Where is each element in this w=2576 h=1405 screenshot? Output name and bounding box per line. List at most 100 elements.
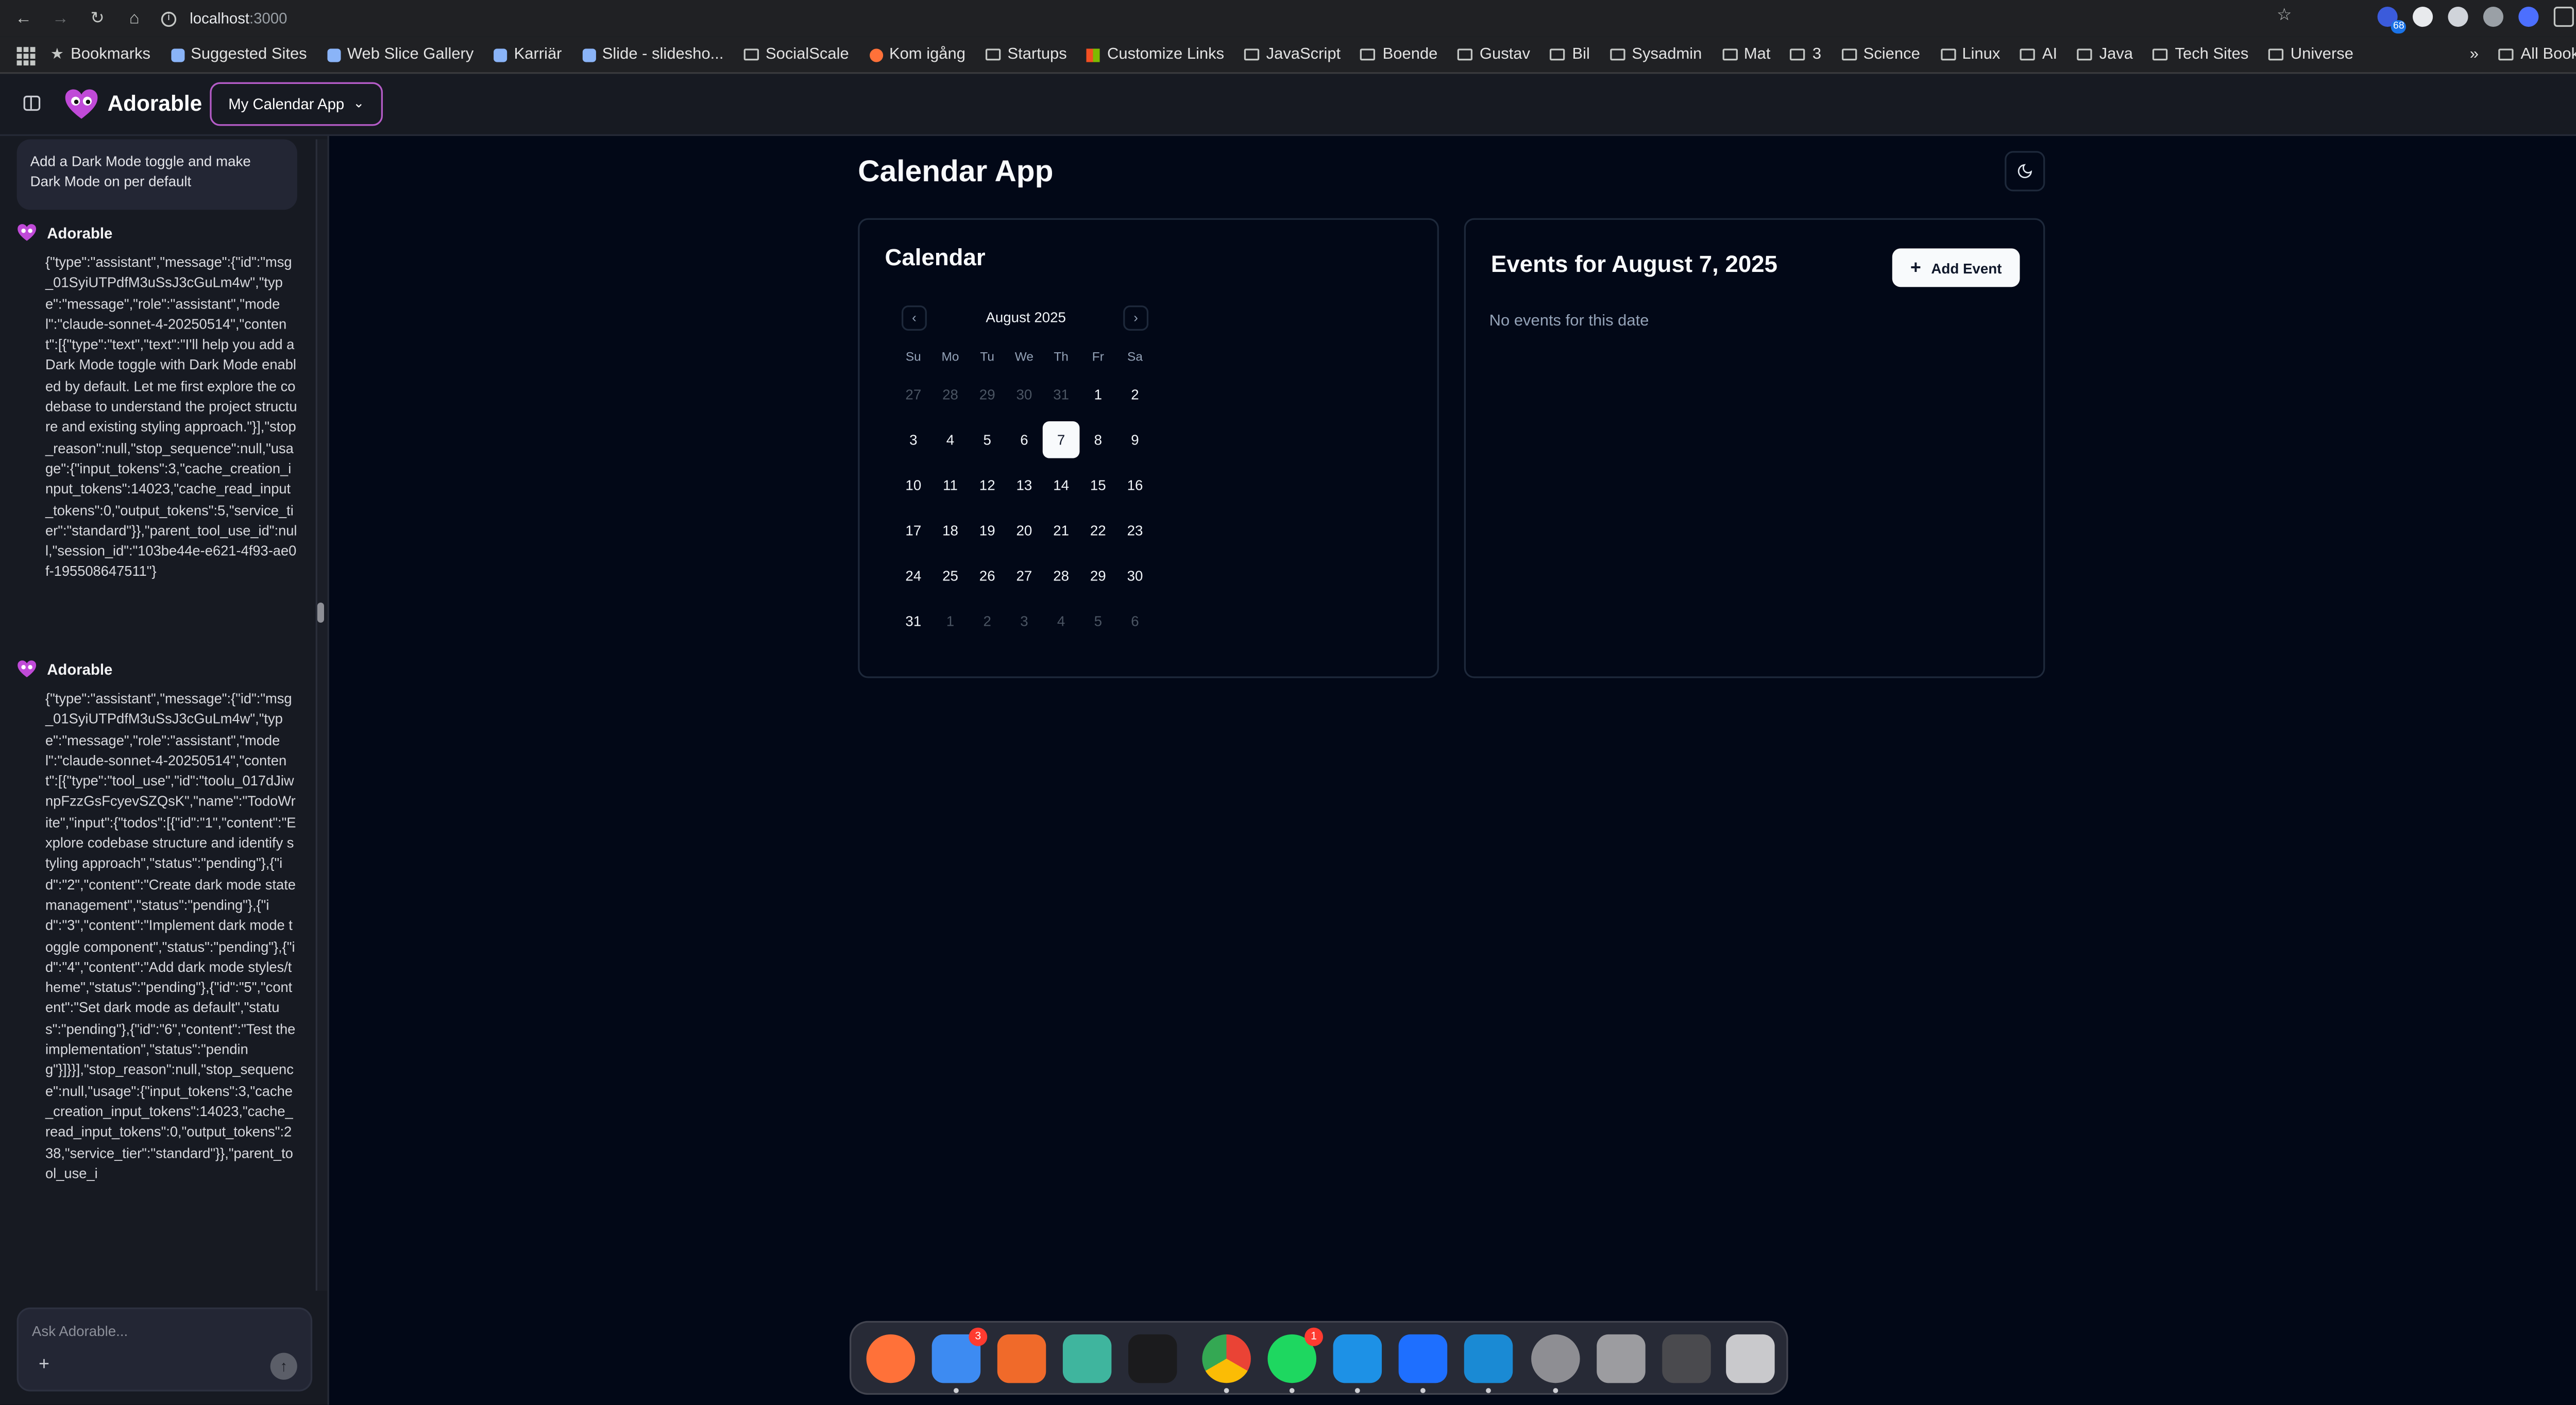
- bookmark-item[interactable]: Kom igång: [869, 45, 965, 64]
- calendar-day[interactable]: 6: [1006, 421, 1043, 458]
- calendar-day[interactable]: 4: [932, 421, 969, 458]
- home-icon[interactable]: ⌂: [121, 5, 148, 32]
- calendar-day[interactable]: 1: [932, 603, 969, 640]
- vscode-icon[interactable]: [1464, 1334, 1513, 1383]
- calendar-day[interactable]: 31: [1043, 376, 1080, 413]
- trash-icon[interactable]: [1662, 1334, 1711, 1383]
- bookmark-item[interactable]: Tech Sites: [2153, 45, 2248, 64]
- calendar-day[interactable]: 28: [1043, 557, 1080, 594]
- bookmark-item[interactable]: Science: [1841, 45, 1920, 64]
- bookmark-item[interactable]: Sysadmin: [1610, 45, 1702, 64]
- sidebar-toggle-icon[interactable]: [23, 95, 41, 111]
- chatgpt-icon[interactable]: [1062, 1334, 1112, 1383]
- project-selector[interactable]: My Calendar App ⌄: [210, 82, 383, 126]
- add-event-button[interactable]: + Add Event: [1892, 248, 2020, 287]
- forward-icon[interactable]: →: [47, 5, 74, 32]
- bookmark-item[interactable]: Slide - slidesho...: [582, 45, 723, 64]
- extension-icon[interactable]: [2413, 7, 2433, 27]
- bookmark-item[interactable]: Boende: [1361, 45, 1437, 64]
- calendar-day[interactable]: 2: [969, 603, 1006, 640]
- extension-badge-icon[interactable]: [2377, 7, 2406, 34]
- chat-input-placeholder[interactable]: Ask Adorable...: [32, 1323, 128, 1340]
- back-icon[interactable]: ←: [10, 5, 37, 32]
- docker-icon[interactable]: [1333, 1334, 1382, 1383]
- chat-scrollbar[interactable]: [315, 139, 328, 1291]
- attach-plus-icon[interactable]: +: [39, 1355, 49, 1375]
- chat-input-box[interactable]: Ask Adorable... + ↑: [16, 1307, 313, 1392]
- calendar-day[interactable]: 29: [1079, 557, 1116, 594]
- calendar-day[interactable]: 16: [1116, 467, 1154, 504]
- calendar-day[interactable]: 8: [1079, 421, 1116, 458]
- terminal-icon[interactable]: [1128, 1334, 1177, 1383]
- calendar-day[interactable]: 5: [1079, 603, 1116, 640]
- calendar-day[interactable]: 17: [895, 512, 932, 549]
- launchpad-icon[interactable]: [1726, 1334, 1775, 1383]
- calendar-day[interactable]: 3: [1006, 603, 1043, 640]
- calendar-day[interactable]: 24: [895, 557, 932, 594]
- puzzle-icon[interactable]: [2553, 7, 2574, 27]
- reload-icon[interactable]: ↻: [84, 5, 111, 32]
- dark-mode-toggle-button[interactable]: [2005, 151, 2045, 192]
- chrome-icon[interactable]: [1202, 1334, 1251, 1383]
- calendar-day[interactable]: 1: [1079, 376, 1116, 413]
- calendar-day[interactable]: 23: [1116, 512, 1154, 549]
- extension-icon[interactable]: [2518, 7, 2539, 27]
- prev-month-button[interactable]: ‹: [902, 305, 927, 331]
- calendar-day[interactable]: 22: [1079, 512, 1116, 549]
- address-bar[interactable]: i localhost:3000 ☆: [161, 4, 2310, 34]
- bookmark-item[interactable]: JavaScript: [1244, 45, 1341, 64]
- bookmark-item[interactable]: Customize Links: [1087, 45, 1224, 64]
- system-settings-icon[interactable]: [1531, 1334, 1580, 1383]
- bookmark-star-icon[interactable]: ☆: [2277, 7, 2292, 25]
- firefox-icon[interactable]: [866, 1334, 916, 1383]
- bookmark-item[interactable]: ★ Bookmarks: [50, 45, 150, 64]
- apps-grid-icon[interactable]: [16, 46, 36, 65]
- bookmark-item[interactable]: Linux: [1940, 45, 2000, 64]
- calendar-day[interactable]: 13: [1006, 467, 1043, 504]
- calendar-day[interactable]: 11: [932, 467, 969, 504]
- calendar-day[interactable]: 30: [1006, 376, 1043, 413]
- calendar-day[interactable]: 5: [969, 421, 1006, 458]
- calendar-day[interactable]: 18: [932, 512, 969, 549]
- calendar-day[interactable]: 26: [969, 557, 1006, 594]
- bookmark-item[interactable]: Mat: [1722, 45, 1770, 64]
- calendar-day[interactable]: 10: [895, 467, 932, 504]
- react-devtools-icon[interactable]: [2448, 7, 2468, 27]
- bookmark-item[interactable]: Karriär: [494, 45, 562, 64]
- app-store-icon[interactable]: [997, 1334, 1046, 1383]
- calendar-day[interactable]: 12: [969, 467, 1006, 504]
- all-bookmarks-folder[interactable]: All Bookmarks: [2499, 45, 2576, 64]
- calendar-day[interactable]: 4: [1043, 603, 1080, 640]
- calendar-day[interactable]: 6: [1116, 603, 1154, 640]
- calendar-day[interactable]: 15: [1079, 467, 1116, 504]
- extension-icon[interactable]: [2483, 7, 2504, 27]
- calendar-day[interactable]: 30: [1116, 557, 1154, 594]
- calendar-day[interactable]: 14: [1043, 467, 1080, 504]
- calendar-day[interactable]: 25: [932, 557, 969, 594]
- calendar-day[interactable]: 29: [969, 376, 1006, 413]
- calendar-day[interactable]: 2: [1116, 376, 1154, 413]
- send-arrow-icon[interactable]: ↑: [270, 1352, 297, 1380]
- bookmark-item[interactable]: Universe: [2268, 45, 2353, 64]
- bookmark-item[interactable]: Java: [2077, 45, 2133, 64]
- site-info-icon[interactable]: i: [161, 11, 177, 26]
- calendar-day[interactable]: 20: [1006, 512, 1043, 549]
- bookmark-item[interactable]: SocialScale: [743, 45, 849, 64]
- bookmark-item[interactable]: Startups: [986, 45, 1067, 64]
- calendar-day[interactable]: 27: [895, 376, 932, 413]
- next-month-button[interactable]: ›: [1123, 305, 1149, 331]
- disk-utility-icon[interactable]: [1597, 1334, 1646, 1383]
- calendar-day[interactable]: 21: [1043, 512, 1080, 549]
- bookmarks-overflow-icon[interactable]: »: [2470, 45, 2479, 64]
- calendar-day[interactable]: 9: [1116, 421, 1154, 458]
- bookmark-item[interactable]: 3: [1790, 45, 1821, 64]
- calendar-day[interactable]: 28: [932, 376, 969, 413]
- calendar-day[interactable]: 27: [1006, 557, 1043, 594]
- bookmark-item[interactable]: Suggested Sites: [171, 45, 307, 64]
- bookmark-item[interactable]: Bil: [1550, 45, 1590, 64]
- chat-messages[interactable]: Add a Dark Mode toggle and make Dark Mod…: [0, 136, 312, 1294]
- calendar-day[interactable]: 19: [969, 512, 1006, 549]
- bookmark-item[interactable]: Web Slice Gallery: [327, 45, 473, 64]
- calendar-day[interactable]: 31: [895, 603, 932, 640]
- calendar-day-selected[interactable]: 7: [1042, 421, 1080, 458]
